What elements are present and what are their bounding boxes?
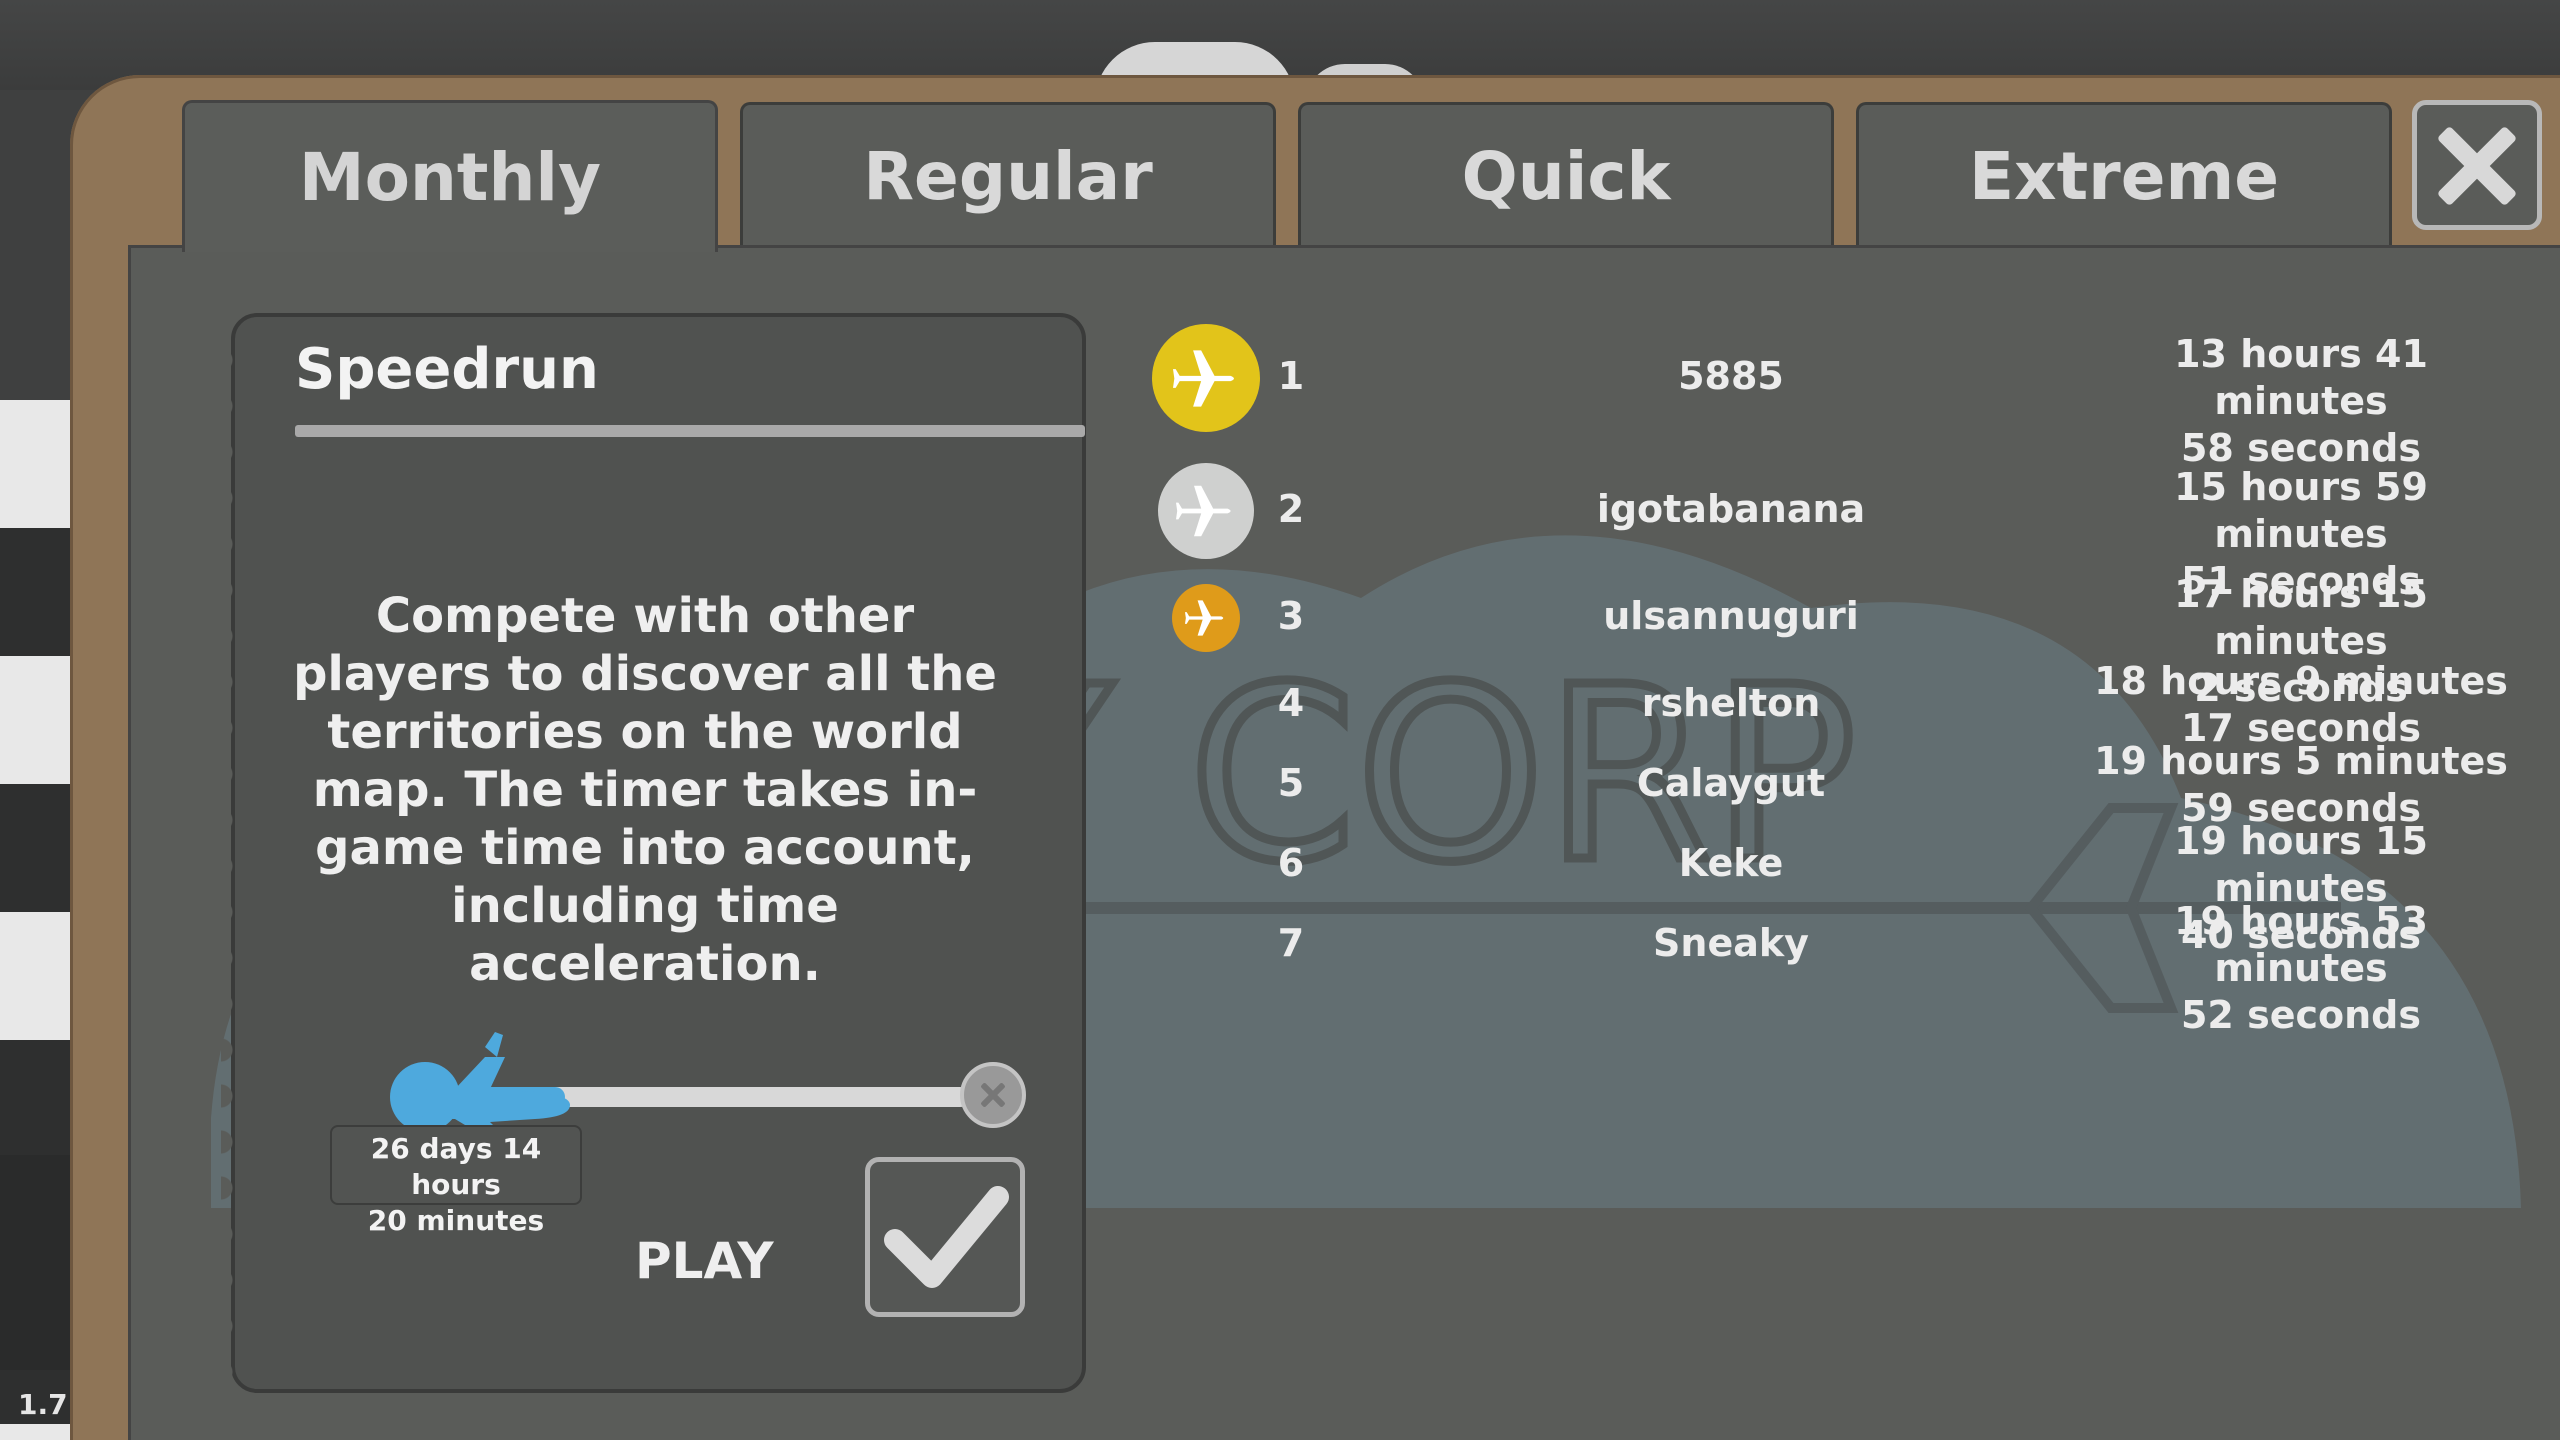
- time-slider-end-knob[interactable]: [960, 1062, 1026, 1128]
- card-divider: [295, 425, 1085, 437]
- checkmark-icon: [884, 1186, 1009, 1288]
- card-title: Speedrun: [295, 337, 599, 402]
- tab-quick[interactable]: Quick: [1298, 102, 1834, 247]
- play-label: PLAY: [635, 1232, 774, 1290]
- completion-time-line1: 19 hours 53 minutes: [2174, 899, 2428, 990]
- plane-icon: [1176, 485, 1231, 537]
- completion-time-line1: 17 hours 15 minutes: [2174, 572, 2428, 663]
- play-button[interactable]: [865, 1157, 1025, 1317]
- player-name: Keke: [1678, 841, 1784, 885]
- close-button[interactable]: [2412, 100, 2542, 230]
- player-name: Calaygut: [1636, 761, 1826, 805]
- plane-icon: [1172, 349, 1234, 407]
- tab-monthly[interactable]: Monthly: [182, 100, 718, 252]
- rank-number: 6: [1277, 841, 1305, 885]
- player-name: igotabanana: [1596, 487, 1866, 531]
- player-name: rshelton: [1641, 681, 1821, 725]
- leaderboard-panel: Y CORP Speedrun Compete with other playe…: [128, 245, 2560, 1440]
- card-perforation: [221, 337, 249, 1377]
- player-name: 5885: [1678, 354, 1784, 398]
- mode-info-card: Speedrun Compete with other players to d…: [221, 313, 1086, 1393]
- completion-time: 19 hours 53 minutes 52 seconds: [2081, 898, 2521, 1039]
- tab-extreme[interactable]: Extreme: [1856, 102, 2392, 247]
- rank-number: 5: [1277, 761, 1305, 805]
- plane-icon[interactable]: [385, 1027, 585, 1137]
- plane-icon: [1185, 600, 1224, 636]
- completion-time-line2: 52 seconds: [2180, 993, 2421, 1037]
- completion-time: 13 hours 41 minutes 58 seconds: [2081, 331, 2521, 472]
- completion-time-line1: 19 hours 5 minutes: [2094, 739, 2508, 783]
- rank-number: 2: [1277, 487, 1305, 531]
- completion-time-line1: 13 hours 41 minutes: [2174, 332, 2428, 423]
- time-slider-value-line2: 20 minutes: [367, 1204, 545, 1237]
- rank-number: 4: [1277, 681, 1305, 725]
- rank-number: 7: [1277, 921, 1305, 965]
- bronze-medal-icon: [1172, 584, 1240, 652]
- completion-time-line1: 15 hours 59 minutes: [2174, 465, 2428, 556]
- rank-number: 3: [1277, 594, 1305, 638]
- tab-regular[interactable]: Regular: [740, 102, 1276, 247]
- completion-time-line1: 18 hours 9 minutes: [2094, 659, 2508, 703]
- time-slider-value-line1: 26 days 14 hours: [370, 1132, 542, 1201]
- time-slider-value: 26 days 14 hours 20 minutes: [330, 1125, 582, 1237]
- player-name: ulsannuguri: [1603, 594, 1859, 638]
- gold-medal-icon: [1152, 324, 1260, 432]
- card-description: Compete with other players to discover a…: [293, 588, 997, 992]
- rank-number: 1: [1277, 354, 1305, 398]
- silver-medal-icon: [1158, 463, 1254, 559]
- player-name: Sneaky: [1653, 921, 1809, 965]
